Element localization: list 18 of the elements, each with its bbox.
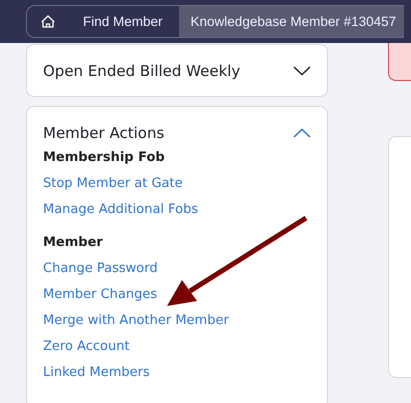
action-link[interactable]: Manage Additional Fobs <box>43 197 198 223</box>
chevron-up-icon <box>293 128 311 138</box>
alert-box <box>388 43 411 81</box>
action-link[interactable]: Linked Members <box>43 360 150 386</box>
action-link[interactable]: Stop Member at Gate <box>43 171 183 197</box>
section-heading: Membership Fob <box>43 150 165 165</box>
toggle-button[interactable] <box>291 64 313 78</box>
section-heading: Member <box>43 235 103 250</box>
panel-title: Member Actions <box>43 124 164 142</box>
panel-title: Open Ended Billed Weekly <box>43 62 240 80</box>
chevron-down-icon <box>293 66 311 76</box>
action-link[interactable]: Zero Account <box>43 334 130 360</box>
action-link[interactable]: Merge with Another Member <box>43 308 229 334</box>
breadcrumb-current: Knowledgebase Member #130457 <box>178 6 404 37</box>
toggle-button[interactable] <box>291 126 313 140</box>
action-link[interactable]: Member Changes <box>43 282 158 308</box>
home-icon <box>41 15 55 28</box>
action-link[interactable]: Change Password <box>43 256 158 282</box>
